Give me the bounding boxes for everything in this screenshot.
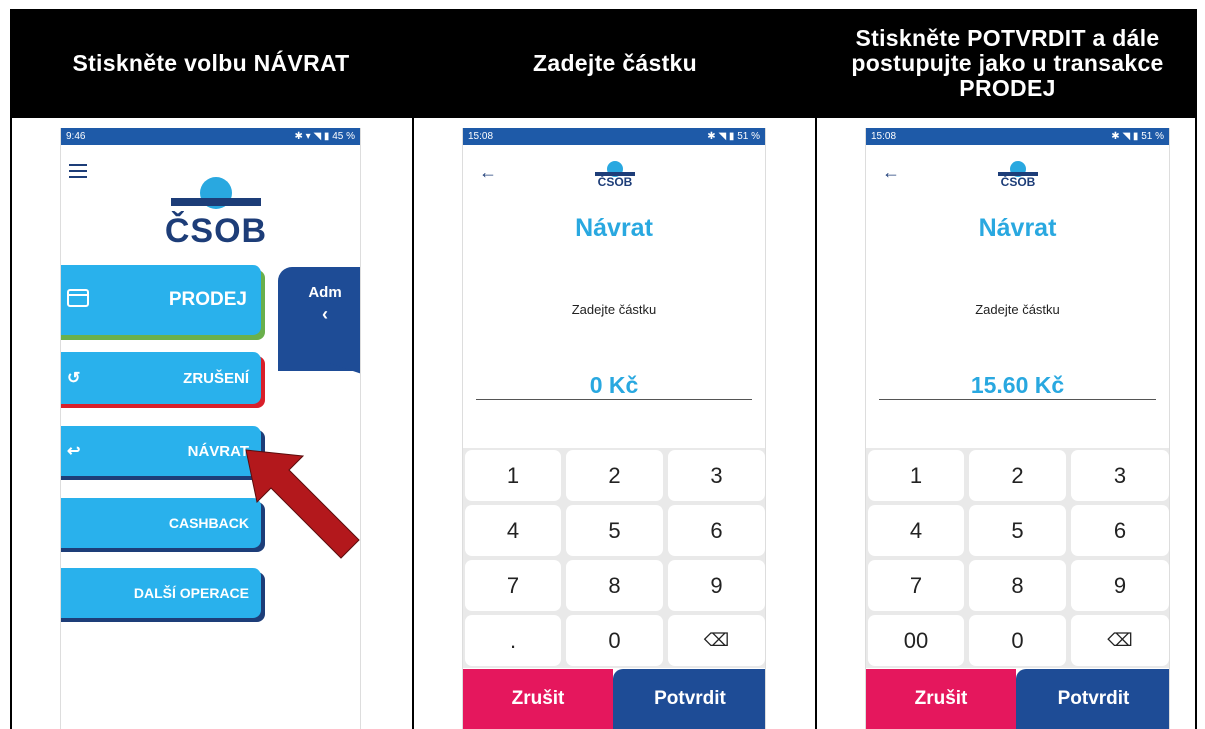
card-icon [67, 288, 89, 312]
phone-screen-amount-filled: 15:08 ✱ ◥ ▮ 51 % ← ČSOB Návrat Zadejte č… [865, 128, 1170, 729]
key-9[interactable]: 9 [668, 560, 765, 611]
amount-prompt: Zadejte částku [975, 302, 1060, 317]
numeric-keypad: 1 2 3 4 5 6 7 8 9 00 0 ⌫ [866, 448, 1169, 668]
key-8[interactable]: 8 [566, 560, 663, 611]
status-icons: ✱ ◥ ▮ 51 % [707, 131, 760, 142]
table-divider-2 [815, 9, 817, 729]
status-bar: 9:46 ✱ ▾ ◥ ▮ 45 % [61, 128, 360, 145]
amount-display: 15.60 Kč [970, 372, 1065, 398]
key-6[interactable]: 6 [1071, 505, 1169, 556]
undo-icon: ↺ [67, 370, 81, 387]
status-bar: 15:08 ✱ ◥ ▮ 51 % [866, 128, 1169, 145]
key-0[interactable]: 0 [969, 615, 1066, 666]
column-heading-3-text: Stiskněte POTVRDIT a dále postupujte jak… [851, 25, 1164, 101]
csob-logo: ČSOB [591, 160, 639, 194]
backspace-icon[interactable]: ⌫ [1071, 615, 1169, 666]
zruseni-label: ZRUŠENÍ [183, 369, 249, 387]
cancel-button[interactable]: Zrušit [463, 669, 613, 729]
key-decimal[interactable]: . [465, 615, 561, 666]
csob-logo-text: ČSOB [1000, 175, 1036, 189]
key-6[interactable]: 6 [668, 505, 765, 556]
csob-logo-text: ČSOB [597, 175, 633, 189]
amount-underline [476, 399, 752, 400]
prodej-button[interactable]: PRODEJ [61, 265, 261, 335]
zruseni-button[interactable]: ↺ ZRUŠENÍ [61, 352, 261, 404]
pointer-arrow-icon [245, 449, 360, 559]
status-bar: 15:08 ✱ ◥ ▮ 51 % [463, 128, 765, 145]
confirm-button[interactable]: Potvrdit [1016, 669, 1169, 729]
key-7[interactable]: 7 [465, 560, 561, 611]
csob-logo-emblem-icon [171, 177, 261, 209]
back-arrow-icon[interactable]: ← [882, 162, 900, 183]
table-border-right [1195, 9, 1197, 729]
table-divider-1 [412, 9, 414, 729]
key-4[interactable]: 4 [868, 505, 964, 556]
key-5[interactable]: 5 [566, 505, 663, 556]
cashback-button[interactable]: CASHBACK [61, 498, 261, 548]
key-2[interactable]: 2 [566, 450, 663, 501]
cancel-button[interactable]: Zrušit [866, 669, 1016, 729]
csob-logo-text: ČSOB [164, 212, 268, 250]
key-8[interactable]: 8 [969, 560, 1066, 611]
key-1[interactable]: 1 [465, 450, 561, 501]
cashback-label: CASHBACK [168, 515, 249, 531]
backspace-icon[interactable]: ⌫ [668, 615, 765, 666]
hamburger-menu-icon[interactable] [69, 164, 87, 178]
dalsi-operace-label: DALŠÍ OPERACE [133, 585, 249, 601]
key-0[interactable]: 0 [566, 615, 663, 666]
status-time: 9:46 [66, 131, 86, 142]
csob-logo: ČSOB [161, 176, 271, 250]
admin-tab-label: Adm [308, 284, 342, 301]
key-1[interactable]: 1 [868, 450, 964, 501]
column-heading-1: Stiskněte volbu NÁVRAT [72, 50, 350, 76]
status-icons: ✱ ▾ ◥ ▮ 45 % [294, 131, 356, 142]
key-double-zero[interactable]: 00 [868, 615, 964, 666]
navrat-label: NÁVRAT [187, 442, 249, 460]
key-4[interactable]: 4 [465, 505, 561, 556]
screen-title: Návrat [575, 214, 653, 242]
status-time: 15:08 [468, 131, 494, 142]
return-icon: ↩ [67, 443, 81, 460]
csob-logo: ČSOB [994, 160, 1042, 194]
phone-screen-amount-empty: 15:08 ✱ ◥ ▮ 51 % ← ČSOB Návrat Zadejte č… [462, 128, 766, 729]
screen-title: Návrat [978, 214, 1057, 242]
confirm-button[interactable]: Potvrdit [613, 669, 765, 729]
dalsi-operace-button[interactable]: DALŠÍ OPERACE [61, 568, 261, 618]
prodej-label: PRODEJ [168, 289, 247, 310]
status-icons: ✱ ◥ ▮ 51 % [1111, 131, 1164, 142]
amount-display: 0 Kč [589, 372, 639, 398]
instruction-header: Stiskněte volbu NÁVRAT Zadejte částku St… [10, 9, 1197, 118]
back-arrow-icon[interactable]: ← [479, 162, 497, 183]
amount-underline [879, 399, 1156, 400]
key-9[interactable]: 9 [1071, 560, 1169, 611]
key-5[interactable]: 5 [969, 505, 1066, 556]
amount-prompt: Zadejte částku [571, 302, 657, 317]
column-heading-3: Stiskněte POTVRDIT a dále postupujte jak… [818, 9, 1197, 118]
column-heading-2: Zadejte částku [533, 50, 697, 76]
status-time: 15:08 [871, 131, 897, 142]
admin-tab-slant [278, 346, 360, 374]
key-7[interactable]: 7 [868, 560, 964, 611]
numeric-keypad: 1 2 3 4 5 6 7 8 9 . 0 ⌫ [463, 448, 765, 668]
chevron-left-icon[interactable]: ‹ [285, 304, 360, 325]
key-3[interactable]: 3 [1071, 450, 1169, 501]
key-2[interactable]: 2 [969, 450, 1066, 501]
navrat-button[interactable]: ↩ NÁVRAT [61, 426, 261, 476]
key-3[interactable]: 3 [668, 450, 765, 501]
table-border-left [10, 9, 12, 729]
phone-screen-menu: 9:46 ✱ ▾ ◥ ▮ 45 % ČSOB PRODEJ ↺ ZRUŠENÍ … [60, 128, 361, 729]
